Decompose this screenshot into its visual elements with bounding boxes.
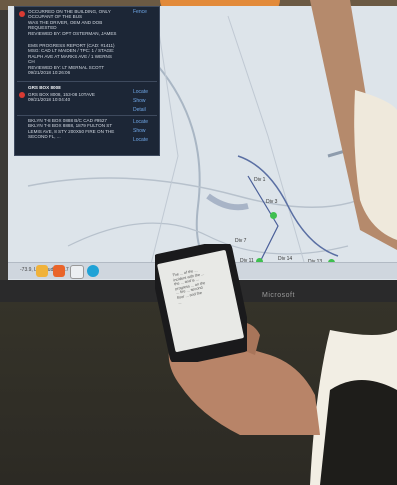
locate-link[interactable]: Locate xyxy=(133,137,148,143)
divider xyxy=(17,81,157,82)
box-title: GRS BOX 8008 xyxy=(28,85,61,90)
phone-screen-text: The ... of the ... incident with the ...… xyxy=(172,268,206,305)
locate-link[interactable]: Locate xyxy=(133,89,148,95)
map-label: Div 3 xyxy=(266,199,278,205)
divider xyxy=(17,115,157,116)
box-details: BKLYN T-8 BOX 0888 B/C CAD #9527 BKLYN T… xyxy=(28,118,115,140)
map-label: Div 1 xyxy=(254,177,266,183)
smartphone: The ... of the ... incident with the ...… xyxy=(149,240,253,366)
box-details: GRS BOX 8008, 153-08 10TAVE 09/21/2018 1… xyxy=(28,92,95,103)
locate-link[interactable]: Locate xyxy=(133,119,148,125)
browser-icon[interactable] xyxy=(87,265,99,277)
alert-pin-icon xyxy=(19,11,25,17)
show-link[interactable]: Show xyxy=(133,98,146,104)
show-link[interactable]: Show xyxy=(133,128,146,134)
incident-panel: OCCURRED ON THE BUILDING, ONLY OCCUPANT … xyxy=(14,6,160,156)
photo-scene: Div 1 Div 3 Div 7 Div 11 Div 13 Div 14 O… xyxy=(0,0,397,485)
window-icon[interactable] xyxy=(70,265,84,279)
unit-marker-icon[interactable] xyxy=(270,212,277,219)
progress-report: EMS PROGRESS REPORT (CAD: #1411) MSG: CA… xyxy=(28,43,115,76)
alert-pin-icon xyxy=(19,92,25,98)
brand-logo: Microsoft xyxy=(262,292,295,299)
person-foreground xyxy=(310,330,397,485)
firefox-icon[interactable] xyxy=(53,265,65,277)
folder-icon[interactable] xyxy=(36,265,48,277)
incident-details: OCCURRED ON THE BUILDING, ONLY OCCUPANT … xyxy=(28,9,117,36)
fence-link[interactable]: Fence xyxy=(133,9,147,15)
raised-arm xyxy=(310,0,397,250)
detail-link[interactable]: Detail xyxy=(133,107,146,113)
